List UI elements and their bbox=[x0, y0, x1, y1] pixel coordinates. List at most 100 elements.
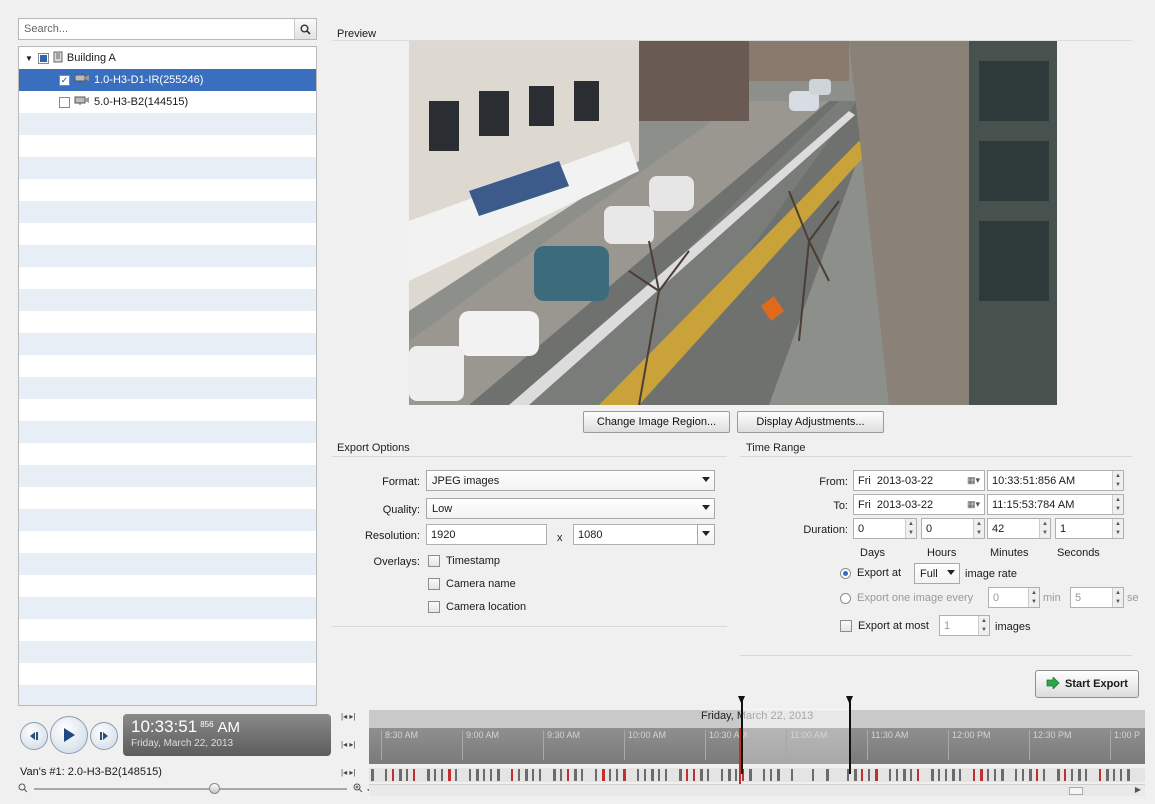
timeline-nav-icon[interactable]: |◂ ▸| bbox=[341, 712, 355, 721]
play-button[interactable] bbox=[50, 716, 88, 754]
range-end-marker[interactable] bbox=[849, 700, 851, 774]
range-start-handle[interactable] bbox=[738, 696, 745, 704]
overlay-camera-name[interactable]: Camera name bbox=[428, 578, 516, 590]
overlay-timestamp-checkbox[interactable] bbox=[428, 555, 440, 567]
range-end-handle[interactable] bbox=[846, 696, 853, 704]
at-most-spinner[interactable]: ▲ ▼ bbox=[978, 616, 989, 635]
start-export-button[interactable]: Start Export bbox=[1035, 670, 1139, 698]
calendar-icon[interactable]: ▦▾ bbox=[967, 475, 980, 486]
timeline-tick-line bbox=[705, 730, 706, 760]
timeline[interactable]: |◂ ▸| |◂ ▸| |◂ ▸| Friday, March 22, 2013… bbox=[339, 696, 1145, 796]
tree-checkbox-building[interactable] bbox=[37, 52, 49, 64]
zoom-slider[interactable]: ◀ bbox=[18, 782, 373, 796]
every-min-spinner[interactable]: ▲ ▼ bbox=[1028, 588, 1039, 607]
export-at-option[interactable]: Export at bbox=[840, 567, 901, 579]
zoom-thumb[interactable] bbox=[209, 783, 220, 794]
tree-item-camera-1[interactable]: ✓ 1.0-H3-D1-IR(255246) bbox=[19, 69, 316, 91]
preview-label: Preview bbox=[337, 28, 377, 40]
search-box[interactable]: Search... bbox=[18, 18, 317, 40]
from-time-spinner[interactable]: ▲ ▼ bbox=[1112, 471, 1123, 490]
timeline-tick-line bbox=[1029, 730, 1030, 760]
recording-bar bbox=[973, 769, 975, 781]
from-time-input[interactable]: 10:33:51:856 AM ▲ ▼ bbox=[987, 470, 1124, 491]
export-every-option[interactable]: Export one image every bbox=[840, 592, 973, 604]
duration-minutes-value: 42 bbox=[992, 522, 1005, 535]
timeline-tick-label: 12:00 PM bbox=[952, 730, 991, 740]
zoom-track[interactable] bbox=[34, 783, 347, 794]
overlay-camera-location[interactable]: Camera location bbox=[428, 601, 526, 613]
step-back-button[interactable] bbox=[20, 722, 48, 750]
resolution-width-input[interactable]: 1920 bbox=[426, 524, 547, 545]
timeline-nav-icon[interactable]: |◂ ▸| bbox=[341, 740, 355, 749]
search-input[interactable]: Search... bbox=[19, 23, 294, 35]
arrow-right-icon bbox=[1046, 675, 1060, 692]
image-rate-select[interactable]: Full bbox=[914, 563, 960, 584]
duration-seconds-spinner[interactable]: ▲ ▼ bbox=[1112, 519, 1123, 538]
timeline-nav-icon[interactable]: |◂ ▸| bbox=[341, 768, 355, 777]
duration-days-input[interactable]: 0 ▲ ▼ bbox=[853, 518, 917, 539]
duration-seconds-input[interactable]: 1 ▲ ▼ bbox=[1055, 518, 1124, 539]
overlay-camera-name-checkbox[interactable] bbox=[428, 578, 440, 590]
resolution-dropdown[interactable] bbox=[697, 524, 715, 545]
timeline-tick-label: 10:00 AM bbox=[628, 730, 667, 740]
recording-bar bbox=[707, 769, 709, 781]
duration-hours-value: 0 bbox=[926, 522, 933, 535]
overlay-camera-location-checkbox[interactable] bbox=[428, 601, 440, 613]
scroll-right-icon[interactable]: ▶ bbox=[1135, 785, 1141, 794]
duration-days-value: 0 bbox=[858, 522, 865, 535]
from-date-picker[interactable]: Fri 2013-03-22 ▦▾ bbox=[853, 470, 985, 491]
range-start-marker[interactable] bbox=[741, 700, 743, 774]
export-every-radio[interactable] bbox=[840, 592, 851, 604]
tree-label-camera-1: 1.0-H3-D1-IR(255246) bbox=[94, 74, 204, 86]
duration-days-spinner[interactable]: ▲ ▼ bbox=[905, 519, 916, 538]
quality-select[interactable]: Low bbox=[426, 498, 715, 519]
to-date-picker[interactable]: Fri 2013-03-22 ▦▾ bbox=[853, 494, 985, 515]
tree-item-building[interactable]: ▼ Building A bbox=[19, 47, 316, 69]
playhead[interactable] bbox=[739, 728, 741, 784]
export-at-most-checkbox[interactable] bbox=[840, 620, 852, 632]
duration-hours-input[interactable]: 0 ▲ ▼ bbox=[921, 518, 985, 539]
duration-hours-spinner[interactable]: ▲ ▼ bbox=[973, 519, 984, 538]
tree-item-camera-2[interactable]: 5.0-H3-B2(144515) bbox=[19, 91, 316, 113]
tree-checkbox-camera-1[interactable]: ✓ bbox=[59, 74, 70, 86]
export-options-divider bbox=[332, 456, 727, 457]
tree-checkbox-camera-2[interactable] bbox=[59, 96, 70, 108]
export-at-radio[interactable] bbox=[840, 567, 851, 579]
zoom-out-icon[interactable] bbox=[18, 783, 28, 796]
timeline-tick-label: 8:30 AM bbox=[385, 730, 419, 740]
overlay-timestamp[interactable]: Timestamp bbox=[428, 555, 500, 567]
camera-tree[interactable]: ▼ Building A ✓ 1.0-H3-D1-IR(255246) 5.0-… bbox=[18, 46, 317, 706]
change-image-region-button[interactable]: Change Image Region... bbox=[583, 411, 730, 433]
resolution-height-input[interactable]: 1080 bbox=[573, 524, 699, 545]
timeline-tick-label: 1:00 P bbox=[1114, 730, 1141, 740]
expand-icon[interactable]: ▼ bbox=[25, 54, 33, 63]
step-forward-button[interactable] bbox=[90, 722, 118, 750]
every-sec-spinner[interactable]: ▲ ▼ bbox=[1112, 588, 1123, 607]
recording-bar bbox=[959, 769, 961, 781]
scrollbar-thumb[interactable] bbox=[1069, 787, 1083, 795]
recording-bar bbox=[532, 769, 534, 781]
at-most-input[interactable]: 1 ▲ ▼ bbox=[939, 615, 990, 636]
recording-bar bbox=[777, 769, 780, 781]
calendar-icon[interactable]: ▦▾ bbox=[967, 499, 980, 510]
camera-icon bbox=[74, 95, 90, 109]
display-adjustments-button[interactable]: Display Adjustments... bbox=[737, 411, 884, 433]
timeline-tick-line bbox=[867, 730, 868, 760]
to-time-spinner[interactable]: ▲ ▼ bbox=[1112, 495, 1123, 514]
to-time-input[interactable]: 11:15:53:784 AM ▲ ▼ bbox=[987, 494, 1124, 515]
chevron-down-icon bbox=[702, 531, 710, 536]
every-min-input[interactable]: 0 ▲ ▼ bbox=[988, 587, 1040, 608]
overlays-label: Overlays: bbox=[373, 556, 420, 568]
recording-bar bbox=[490, 769, 492, 781]
export-at-most-option[interactable]: Export at most bbox=[840, 620, 929, 632]
duration-minutes-spinner[interactable]: ▲ ▼ bbox=[1039, 519, 1050, 538]
to-time: 11:15:53:784 AM bbox=[992, 498, 1075, 511]
recording-bar bbox=[1085, 769, 1087, 781]
format-select[interactable]: JPEG images bbox=[426, 470, 715, 491]
search-icon[interactable] bbox=[294, 19, 316, 39]
duration-minutes-input[interactable]: 42 ▲ ▼ bbox=[987, 518, 1051, 539]
from-date: 2013-03-22 bbox=[876, 474, 934, 487]
timeline-scrollbar[interactable]: ▶ bbox=[369, 784, 1145, 796]
every-sec-input[interactable]: 5 ▲ ▼ bbox=[1070, 587, 1124, 608]
building-icon bbox=[53, 51, 63, 66]
